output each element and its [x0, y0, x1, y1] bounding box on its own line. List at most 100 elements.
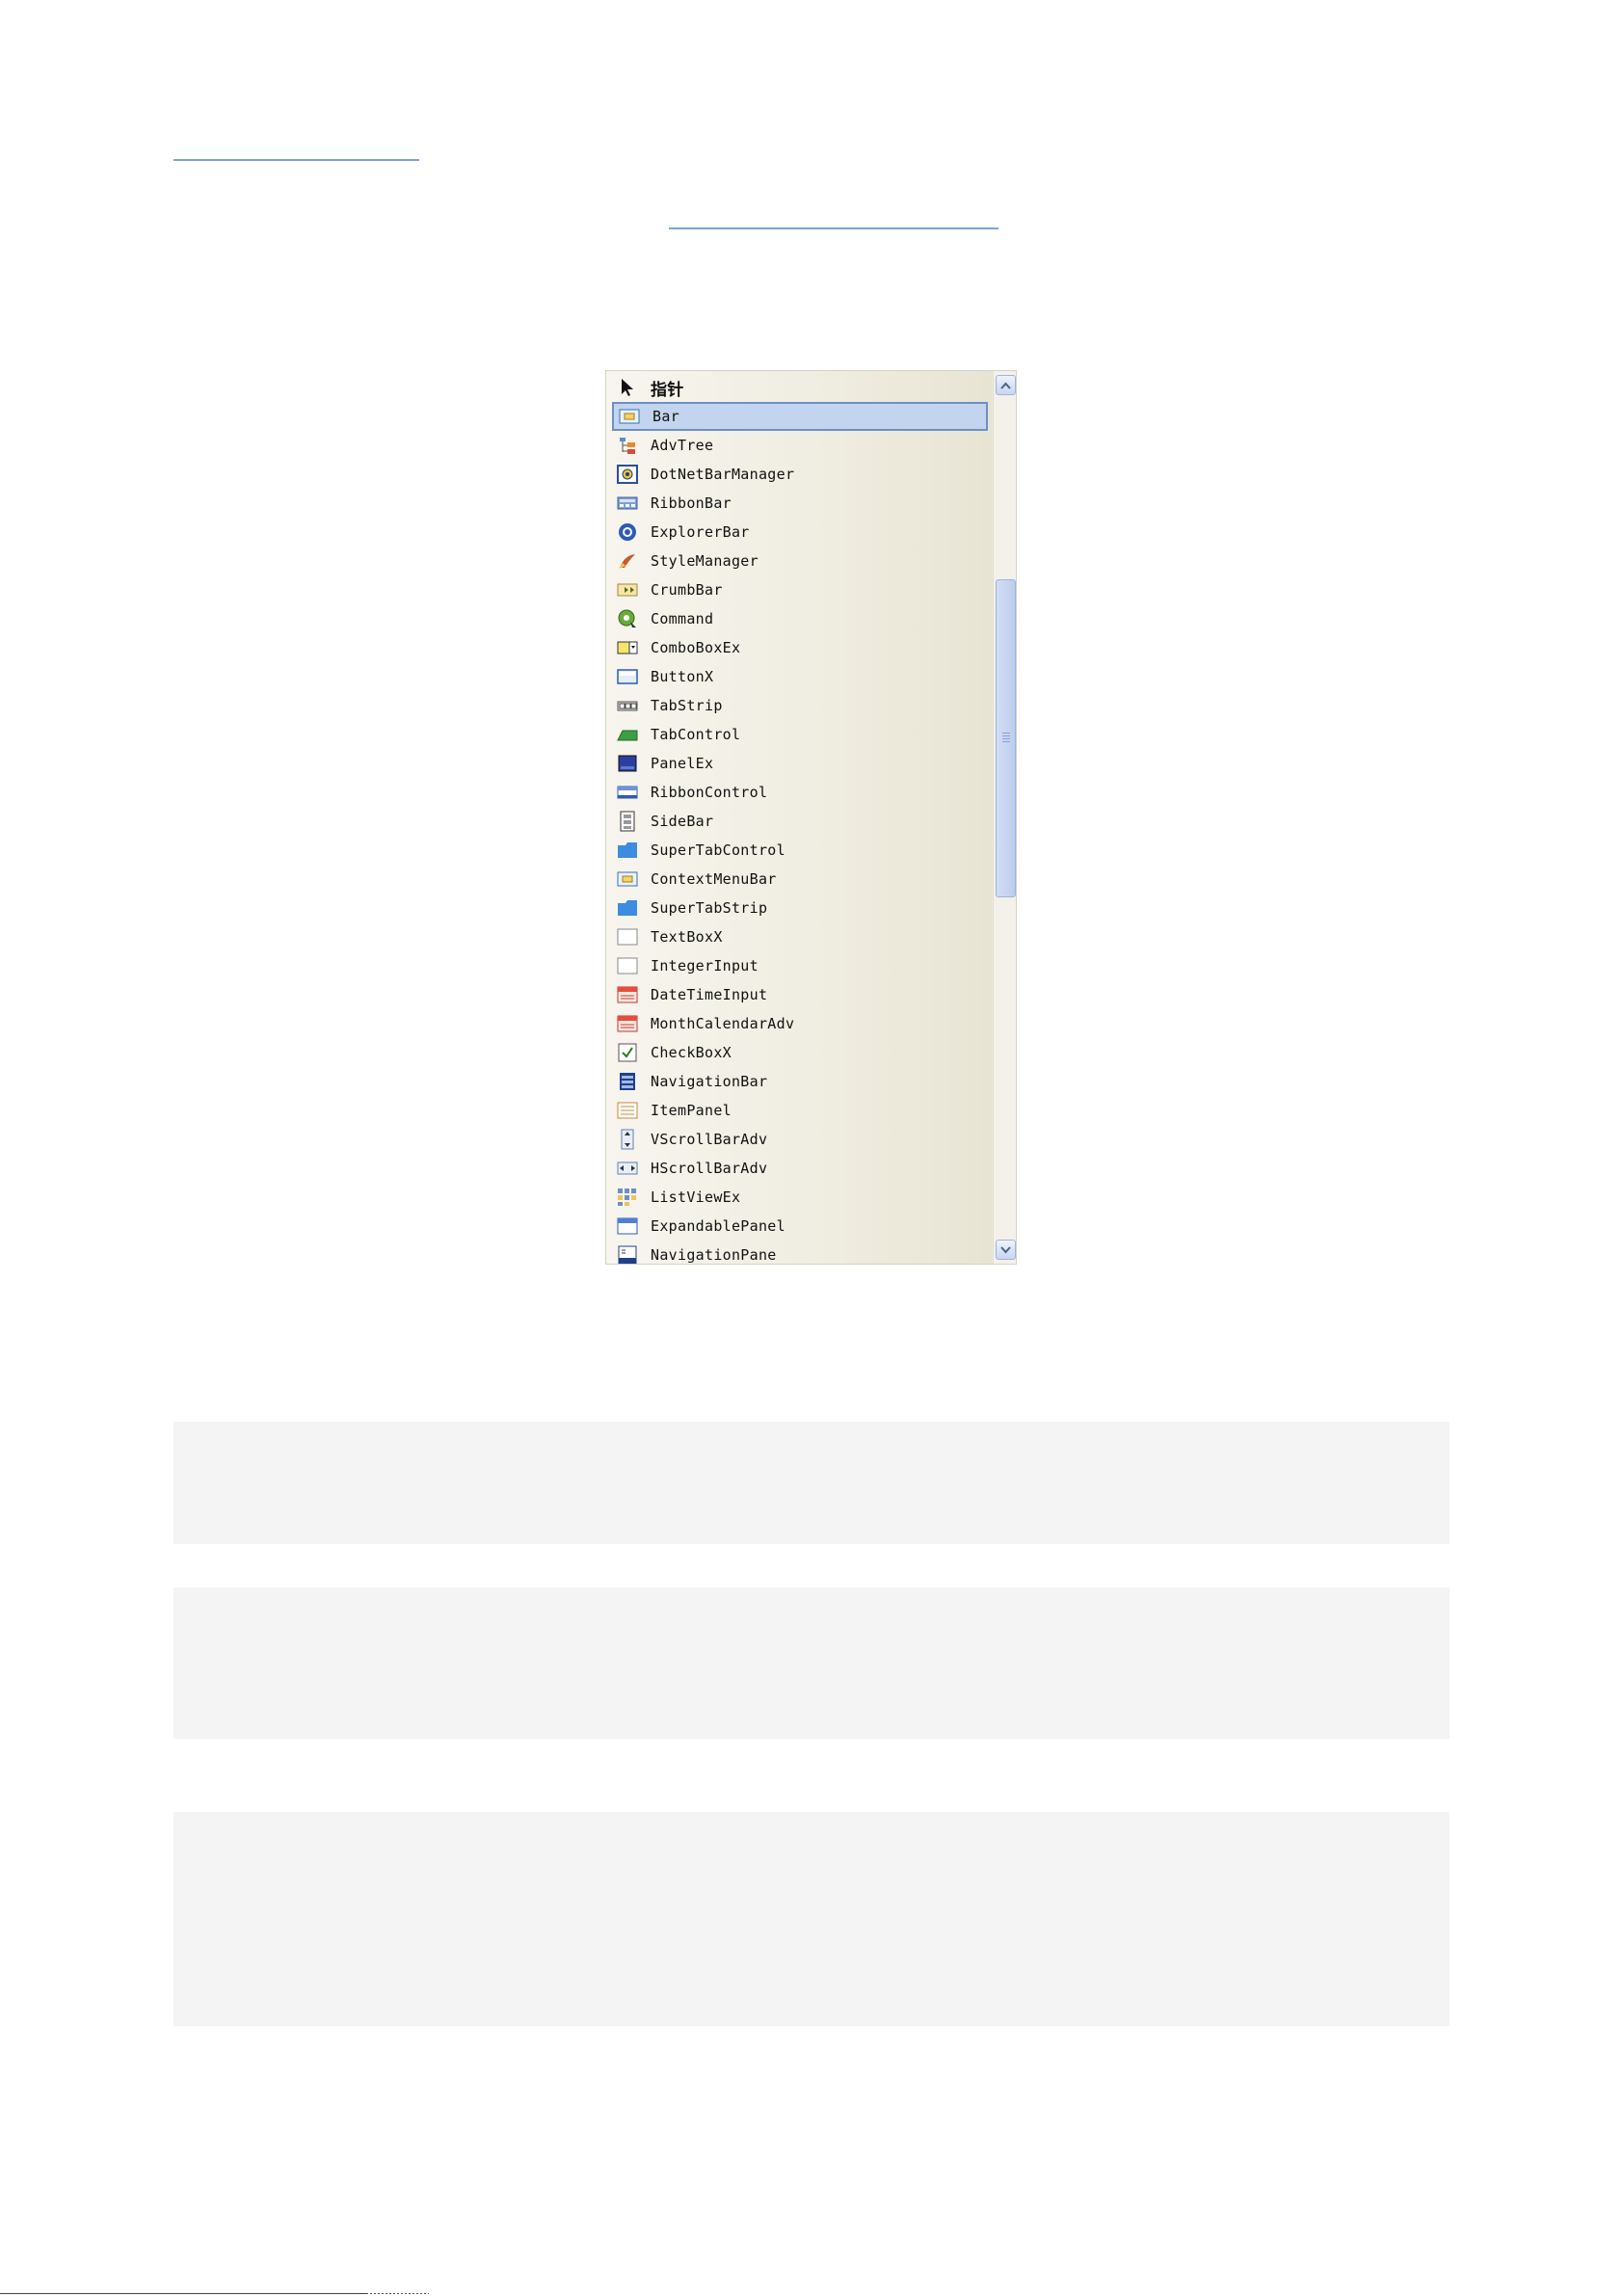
- toolbox-item-tabcontrol[interactable]: TabControl: [612, 720, 988, 749]
- toolbox-item-navigationpane[interactable]: NavigationPane: [612, 1241, 988, 1264]
- toolbox-item-label: ListViewEx: [651, 1188, 741, 1206]
- toolbox-item-label: TabControl: [651, 726, 741, 743]
- month-calendar-icon: [616, 1013, 639, 1034]
- toolbox-item-label: AdvTree: [651, 437, 714, 454]
- dotnetbar-manager-icon: [616, 464, 639, 485]
- toolbox-item-expandablepanel[interactable]: ExpandablePanel: [612, 1212, 988, 1241]
- button-icon: [616, 666, 639, 687]
- toolbox-item-command[interactable]: Command: [612, 604, 988, 633]
- toolbox-item-pointer[interactable]: 指针: [612, 373, 988, 402]
- navigation-pane-icon: [616, 1244, 639, 1264]
- toolbox-item-label: RibbonBar: [651, 494, 732, 512]
- chevron-down-icon: [1000, 1245, 1011, 1253]
- toolbox-item-checkboxx[interactable]: CheckBoxX: [612, 1038, 988, 1067]
- toolbox-item-label: StyleManager: [651, 552, 759, 570]
- toolbox-item-dotnetbarmanager[interactable]: DotNetBarManager: [612, 460, 988, 489]
- crumb-bar-icon: [616, 579, 639, 601]
- toolbox-item-label: IntegerInput: [651, 957, 759, 974]
- panel-icon: [616, 753, 639, 774]
- ribbon-bar-icon: [616, 493, 639, 514]
- toolbox-item-list: 指针 Bar AdvTree DotNetBarManager RibbonBar Exp…: [606, 371, 992, 1264]
- toolbox-item-monthcalendaradv[interactable]: MonthCalendarAdv: [612, 1009, 988, 1038]
- navigation-bar-icon: [616, 1071, 639, 1092]
- list-view-icon: [616, 1187, 639, 1208]
- pointer-arrow-icon: [616, 377, 639, 398]
- toolbox-item-label: DateTimeInput: [651, 986, 768, 1003]
- toolbox-item-label: RibbonControl: [651, 784, 768, 801]
- toolbox-item-hscrollbaradv[interactable]: HScrollBarAdv: [612, 1154, 988, 1183]
- side-bar-icon: [616, 811, 639, 832]
- code-block: [173, 1588, 1450, 1739]
- code-block: [173, 1812, 1450, 2026]
- footer-rule: [0, 2293, 366, 2294]
- toolbox-item-bar[interactable]: Bar: [612, 402, 988, 431]
- toolbox-item-explorerbar[interactable]: ExplorerBar: [612, 518, 988, 547]
- toolbox-item-integerinput[interactable]: IntegerInput: [612, 951, 988, 980]
- style-manager-icon: [616, 550, 639, 572]
- toolbox-item-ribboncontrol[interactable]: RibbonControl: [612, 778, 988, 807]
- toolbox-item-label: Bar: [652, 408, 679, 425]
- context-menu-bar-icon: [616, 868, 639, 890]
- toolbox-item-advtree[interactable]: AdvTree: [612, 431, 988, 460]
- toolbox-item-label: NavigationPane: [651, 1246, 777, 1264]
- toolbox-item-label: TabStrip: [651, 697, 723, 714]
- toolbox-item-label: VScrollBarAdv: [651, 1131, 768, 1148]
- toolbox-item-datetimeinput[interactable]: DateTimeInput: [612, 980, 988, 1009]
- toolbox-item-label: ComboBoxEx: [651, 639, 741, 656]
- toolbox-item-vscrollbaradv[interactable]: VScrollBarAdv: [612, 1125, 988, 1154]
- toolbox-item-textboxx[interactable]: TextBoxX: [612, 922, 988, 951]
- toolbox-item-sidebar[interactable]: SideBar: [612, 807, 988, 836]
- toolbox-item-supertabstrip[interactable]: SuperTabStrip: [612, 894, 988, 922]
- bar-icon: [618, 406, 641, 427]
- scroll-down-button[interactable]: [996, 1240, 1016, 1260]
- vscrollbar-icon: [616, 1129, 639, 1150]
- toolbox-item-buttonx[interactable]: ButtonX: [612, 662, 988, 691]
- integer-input-icon: [616, 955, 639, 976]
- toolbox-item-comboboxex[interactable]: ComboBoxEx: [612, 633, 988, 662]
- top-link-underline[interactable]: [173, 159, 419, 161]
- toolbox-item-navigationbar[interactable]: NavigationBar: [612, 1067, 988, 1096]
- toolbox-item-label: SuperTabControl: [651, 841, 785, 859]
- toolbox-item-label: NavigationBar: [651, 1073, 768, 1090]
- toolbox-item-label: DotNetBarManager: [651, 466, 795, 483]
- toolbox-item-listviewex[interactable]: ListViewEx: [612, 1183, 988, 1212]
- toolbox-item-label: CheckBoxX: [651, 1044, 732, 1061]
- toolbox-item-supertabcontrol[interactable]: SuperTabControl: [612, 836, 988, 865]
- combo-box-icon: [616, 637, 639, 658]
- text-box-icon: [616, 926, 639, 948]
- tab-strip-icon: [616, 695, 639, 716]
- hscrollbar-icon: [616, 1158, 639, 1179]
- toolbox-item-panelex[interactable]: PanelEx: [612, 749, 988, 778]
- adv-tree-icon: [616, 435, 639, 456]
- toolbox-item-label: HScrollBarAdv: [651, 1160, 768, 1177]
- expandable-panel-icon: [616, 1215, 639, 1237]
- toolbox-item-label: PanelEx: [651, 755, 714, 772]
- toolbox-item-label: ButtonX: [651, 668, 714, 685]
- toolbox-item-label: MonthCalendarAdv: [651, 1015, 795, 1032]
- super-tab-strip-icon: [616, 897, 639, 919]
- toolbox-item-crumbbar[interactable]: CrumbBar: [612, 575, 988, 604]
- toolbox-item-contextmenubar[interactable]: ContextMenuBar: [612, 865, 988, 894]
- toolbox-scrollbar[interactable]: [993, 371, 1016, 1264]
- scroll-up-button[interactable]: [996, 375, 1016, 395]
- tab-control-icon: [616, 724, 639, 745]
- date-time-input-icon: [616, 984, 639, 1005]
- toolbox-item-label: ContextMenuBar: [651, 870, 777, 888]
- toolbox-item-label: SideBar: [651, 813, 714, 830]
- toolbox-item-label: ExpandablePanel: [651, 1217, 785, 1235]
- toolbox-item-label: ExplorerBar: [651, 523, 750, 541]
- code-block: [173, 1422, 1450, 1544]
- toolbox-item-label: 指针: [651, 380, 684, 400]
- toolbox-item-stylemanager[interactable]: StyleManager: [612, 547, 988, 575]
- toolbox-item-tabstrip[interactable]: TabStrip: [612, 691, 988, 720]
- toolbox-item-label: Command: [651, 610, 714, 627]
- toolbox-item-label: ItemPanel: [651, 1102, 732, 1119]
- toolbox-item-itempanel[interactable]: ItemPanel: [612, 1096, 988, 1125]
- scroll-thumb[interactable]: [996, 579, 1016, 897]
- toolbox-item-ribbonbar[interactable]: RibbonBar: [612, 489, 988, 518]
- toolbox-item-label: SuperTabStrip: [651, 899, 768, 917]
- toolbox-item-label: CrumbBar: [651, 581, 723, 599]
- check-box-icon: [616, 1042, 639, 1063]
- ribbon-control-icon: [616, 782, 639, 803]
- center-link-underline[interactable]: [669, 227, 998, 229]
